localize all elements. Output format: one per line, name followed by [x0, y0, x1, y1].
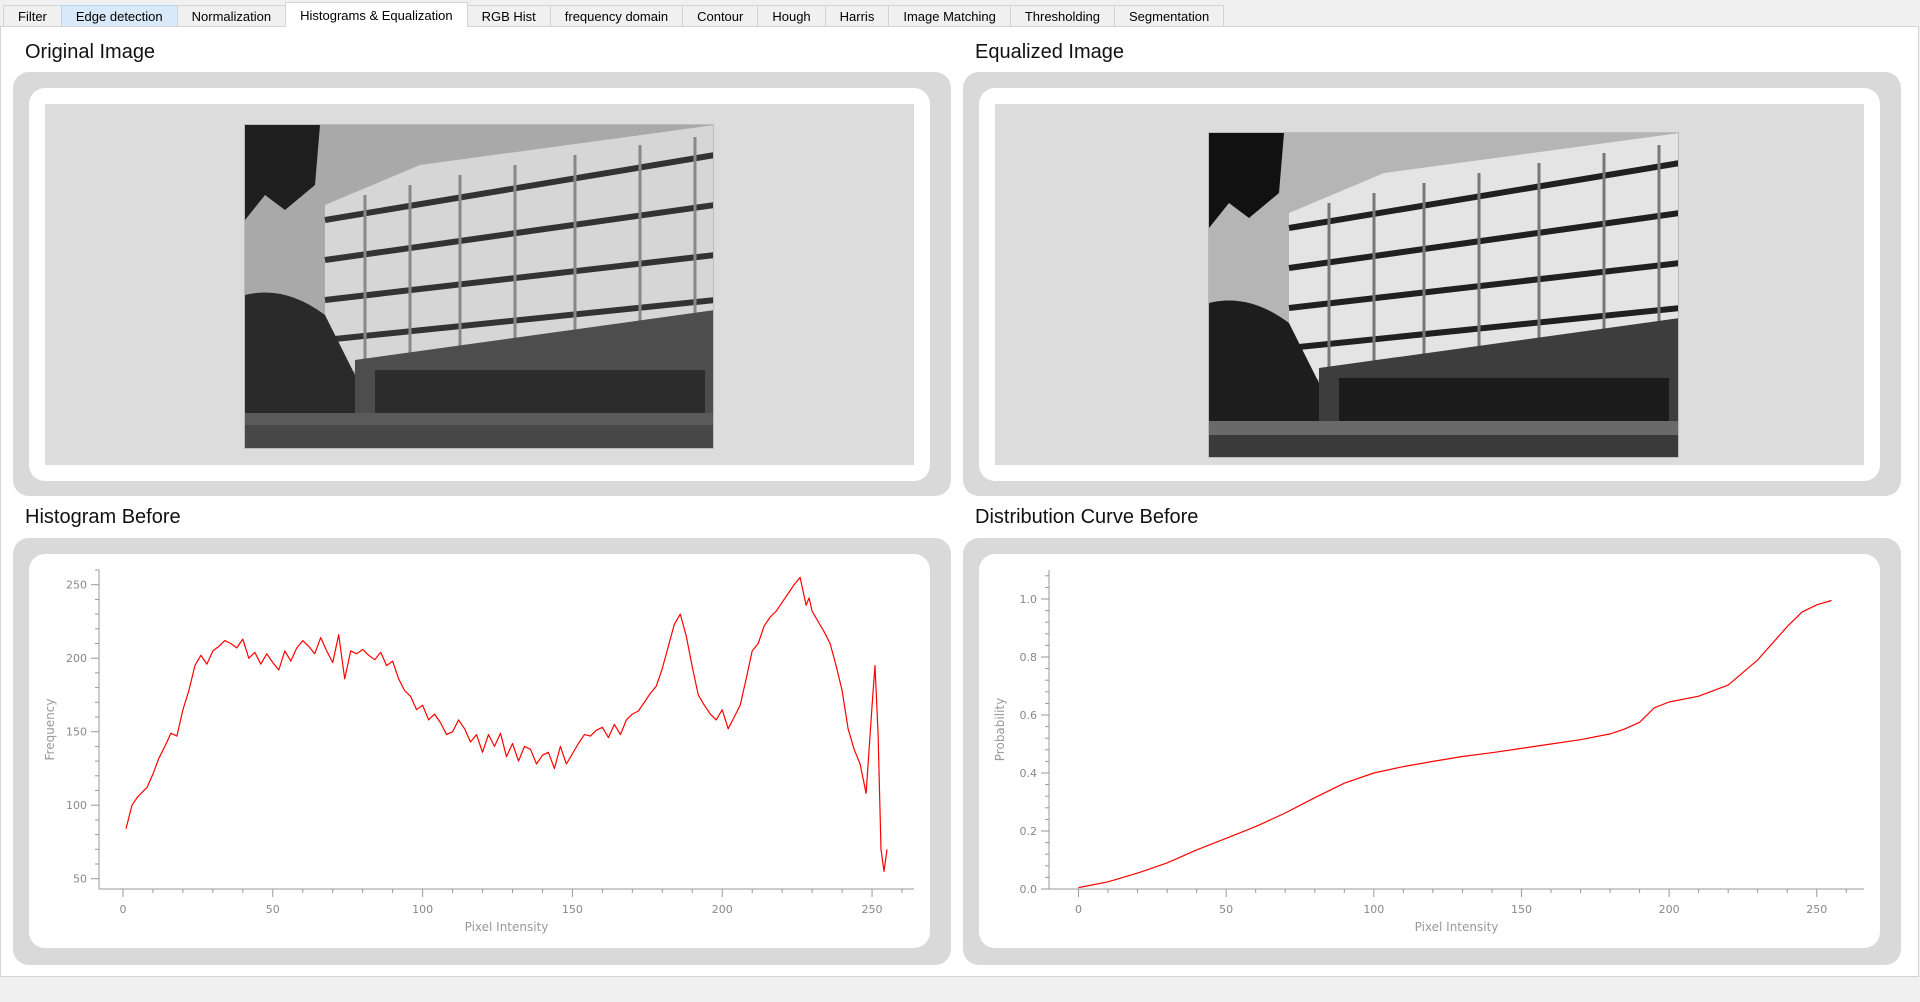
x-axis-label: Pixel Intensity: [1415, 920, 1499, 934]
y-tick-label: 0.2: [1020, 825, 1038, 838]
x-tick-label: 150: [1511, 903, 1532, 916]
distribution-plot-frame: 0 50 100 150 200 250 0.0 0.2 0.4 0.6 0.8 1.0 Pixel I…: [979, 554, 1880, 948]
series-line: [1078, 599, 1832, 889]
original-image-viewport: [45, 104, 914, 465]
tab-image-matching[interactable]: Image Matching: [888, 5, 1011, 27]
y-tick-label: 0.4: [1020, 767, 1038, 780]
x-tick-label: 0: [1075, 903, 1082, 916]
original-image-frame: [29, 88, 930, 481]
x-tick-label: 50: [266, 903, 280, 916]
x-tick-label: 200: [712, 903, 733, 916]
tab-thresholding[interactable]: Thresholding: [1009, 5, 1115, 27]
building-photo-equalized: [1209, 133, 1678, 457]
tab-harris[interactable]: Harris: [824, 5, 890, 27]
tab-filter[interactable]: Filter: [3, 5, 62, 27]
x-axis-label: Pixel Intensity: [465, 920, 549, 934]
distribution-curve-panel: 0 50 100 150 200 250 0.0 0.2 0.4 0.6 0.8 1.0 Pixel I…: [963, 538, 1901, 965]
y-axis-label: Probability: [993, 698, 1007, 761]
equalized-image-viewport: [995, 104, 1864, 465]
y-tick-label: 0.6: [1020, 709, 1038, 722]
y-tick-label: 0.0: [1020, 883, 1038, 896]
tab-edge-detection[interactable]: Edge detection: [60, 5, 178, 27]
x-tick-label: 50: [1219, 903, 1233, 916]
equalized-building-image: [1208, 132, 1679, 458]
y-axis-label: Frequency: [43, 699, 57, 761]
equalized-image-title: Equalized Image: [975, 41, 1124, 63]
original-building-image: [244, 124, 714, 449]
tab-hough[interactable]: Hough: [757, 5, 826, 27]
building-photo-original: [245, 125, 713, 448]
y-tick-label: 0.8: [1020, 651, 1038, 664]
histogram-chart: 0 50 100 150 200 250 50 100 150 200 250 Pixel Inten…: [43, 569, 914, 934]
histogram-plot-frame: 0 50 100 150 200 250 50 100 150 200 250 Pixel Inten…: [29, 554, 930, 948]
x-tick-label: 100: [1363, 903, 1384, 916]
tab-segmentation[interactable]: Segmentation: [1113, 5, 1225, 27]
x-tick-label: 250: [862, 903, 883, 916]
y-tick-label: 250: [66, 579, 87, 592]
tab-rgb-hist[interactable]: RGB Hist: [466, 5, 551, 27]
tab-normalization[interactable]: Normalization: [176, 5, 287, 27]
x-tick-label: 250: [1806, 903, 1827, 916]
tab-frequency-domain[interactable]: frequency domain: [549, 5, 684, 27]
x-tick-label: 150: [562, 903, 583, 916]
y-tick-label: 150: [66, 726, 87, 739]
distribution-curve-title: Distribution Curve Before: [975, 506, 1199, 528]
x-tick-label: 0: [119, 903, 126, 916]
histogram-before-panel: 0 50 100 150 200 250 50 100 150 200 250 Pixel Inten…: [13, 538, 951, 965]
equalized-image-frame: [979, 88, 1880, 481]
bottom-status-strip: [0, 977, 1920, 1002]
x-tick-label: 200: [1659, 903, 1680, 916]
tab-contour[interactable]: Contour: [682, 5, 759, 27]
y-tick-label: 100: [66, 799, 87, 812]
equalized-image-panel: [963, 72, 1901, 496]
original-image-panel: [13, 72, 951, 496]
y-tick-label: 200: [66, 652, 87, 665]
y-tick-label: 1.0: [1020, 593, 1038, 606]
original-image-title: Original Image: [25, 41, 156, 63]
x-tick-label: 100: [412, 903, 433, 916]
distribution-chart: 0 50 100 150 200 250 0.0 0.2 0.4 0.6 0.8 1.0 Pixel I…: [993, 570, 1864, 934]
series-line: [125, 576, 888, 872]
tab-histograms-equalization[interactable]: Histograms & Equalization: [285, 2, 468, 27]
y-tick-label: 50: [73, 873, 87, 886]
histogram-before-title: Histogram Before: [25, 506, 181, 528]
tab-bar: Filter Edge detection Normalization Histogr…: [3, 2, 1225, 27]
